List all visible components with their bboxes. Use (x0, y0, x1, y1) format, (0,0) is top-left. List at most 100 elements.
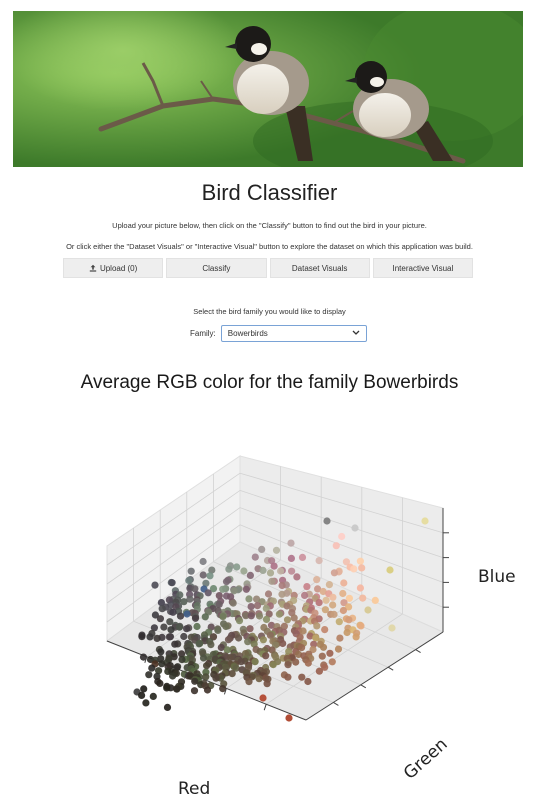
scatter-point (201, 613, 209, 621)
scatter-point (304, 677, 312, 686)
scatter-point (287, 554, 295, 562)
scatter-point (207, 641, 215, 649)
scatter-point (350, 565, 358, 573)
interactive-visual-button[interactable]: Interactive Visual (372, 258, 473, 278)
scatter-point (183, 610, 191, 618)
scatter-point (219, 613, 227, 621)
scatter-point (298, 553, 307, 561)
scatter-point (222, 622, 230, 631)
scatter-point (277, 567, 285, 575)
scatter-point (247, 603, 255, 611)
scatter-point (225, 565, 233, 573)
scatter-point (180, 632, 188, 641)
scatter-point (328, 658, 336, 666)
scatter-point (160, 623, 168, 631)
classify-button-label: Classify (202, 263, 231, 273)
scatter-point (173, 685, 181, 693)
scatter-point (176, 612, 185, 620)
scatter-point (214, 626, 222, 634)
axis-label-green: Green (400, 734, 452, 783)
page-title: Bird Classifier (201, 180, 338, 205)
scatter-point (336, 634, 344, 642)
dataset-visuals-button[interactable]: Dataset Visuals (269, 258, 370, 278)
scatter-point (142, 699, 150, 707)
scatter-point (224, 636, 233, 644)
upload-button[interactable]: Upload (0) (63, 258, 164, 278)
chevron-down-icon (352, 330, 360, 335)
plot-title: Average RGB color for the family Bowerbi… (80, 372, 459, 393)
scatter-point (191, 614, 200, 622)
scatter-point (338, 532, 346, 541)
scatter-point (183, 625, 191, 633)
interactive-visual-button-label: Interactive Visual (392, 263, 454, 273)
scatter-point (235, 634, 243, 642)
scatter-point (149, 692, 157, 700)
scatter-point (163, 703, 172, 711)
scatter-point (371, 596, 379, 604)
scatter-point (146, 633, 154, 641)
dataset-visuals-button-label: Dataset Visuals (291, 263, 348, 273)
scatter-point (269, 661, 277, 669)
family-select-prompt: Select the bird family you would like to… (193, 307, 346, 316)
scatter-point (284, 661, 292, 669)
scatter-point (359, 594, 367, 602)
family-selector: Family: Bowerbirds (190, 324, 367, 342)
scatter-point (388, 624, 396, 632)
scatter-point (157, 648, 165, 656)
scatter-point (326, 649, 334, 657)
scatter-point (315, 599, 323, 607)
scatter-point (246, 625, 254, 633)
scatter-point (244, 638, 252, 646)
scatter-point (175, 623, 184, 631)
scatter-point (288, 567, 296, 575)
scatter-point (204, 589, 212, 597)
scatter-point (199, 557, 207, 566)
scatter-point (292, 658, 300, 666)
scatter-point (325, 581, 333, 589)
scatter-point (313, 622, 321, 630)
axis-label-blue: Blue (478, 567, 516, 587)
scatter-point (222, 578, 231, 586)
scatter-point (245, 595, 253, 603)
scatter-point (251, 658, 259, 666)
scatter-point (421, 517, 429, 525)
classify-button[interactable]: Classify (166, 258, 267, 278)
scatter-point (187, 567, 195, 575)
scatter-point (318, 652, 326, 660)
scatter-point (298, 673, 306, 681)
scatter-point (247, 612, 255, 620)
scatter-point (169, 608, 177, 616)
scatter-point (315, 667, 323, 675)
scatter-point (228, 670, 236, 678)
family-dropdown[interactable]: Bowerbirds (220, 324, 367, 342)
tick-green (387, 666, 394, 671)
scatter-point (255, 675, 263, 683)
scatter-point (335, 618, 343, 626)
scatter-point (199, 654, 208, 662)
scatter-point (242, 585, 250, 593)
scatter-point (156, 615, 164, 623)
scatter-point (138, 633, 146, 641)
scatter-point (151, 581, 159, 589)
scatter-point (259, 566, 267, 574)
tick-green (415, 649, 421, 654)
scatter-point (235, 617, 244, 625)
scatter-point (215, 600, 223, 608)
scatter-point (358, 564, 366, 572)
scatter-point (163, 684, 171, 692)
scatter-point (178, 656, 186, 664)
tick-green (360, 684, 367, 689)
scatter-point (253, 602, 262, 610)
scatter-point (275, 610, 283, 618)
action-buttons: Upload (0) Classify Dataset Visuals Inte… (63, 258, 473, 278)
scatter-point (229, 599, 237, 607)
scatter-point (330, 610, 338, 618)
scatter-point (272, 546, 281, 554)
scatter-point (284, 673, 292, 681)
scatter-point (251, 553, 259, 561)
scatter-point (332, 542, 340, 550)
scatter-point (153, 634, 161, 642)
scatter-point (270, 562, 278, 570)
scatter-point (330, 569, 338, 577)
family-label: Family: (190, 328, 216, 338)
